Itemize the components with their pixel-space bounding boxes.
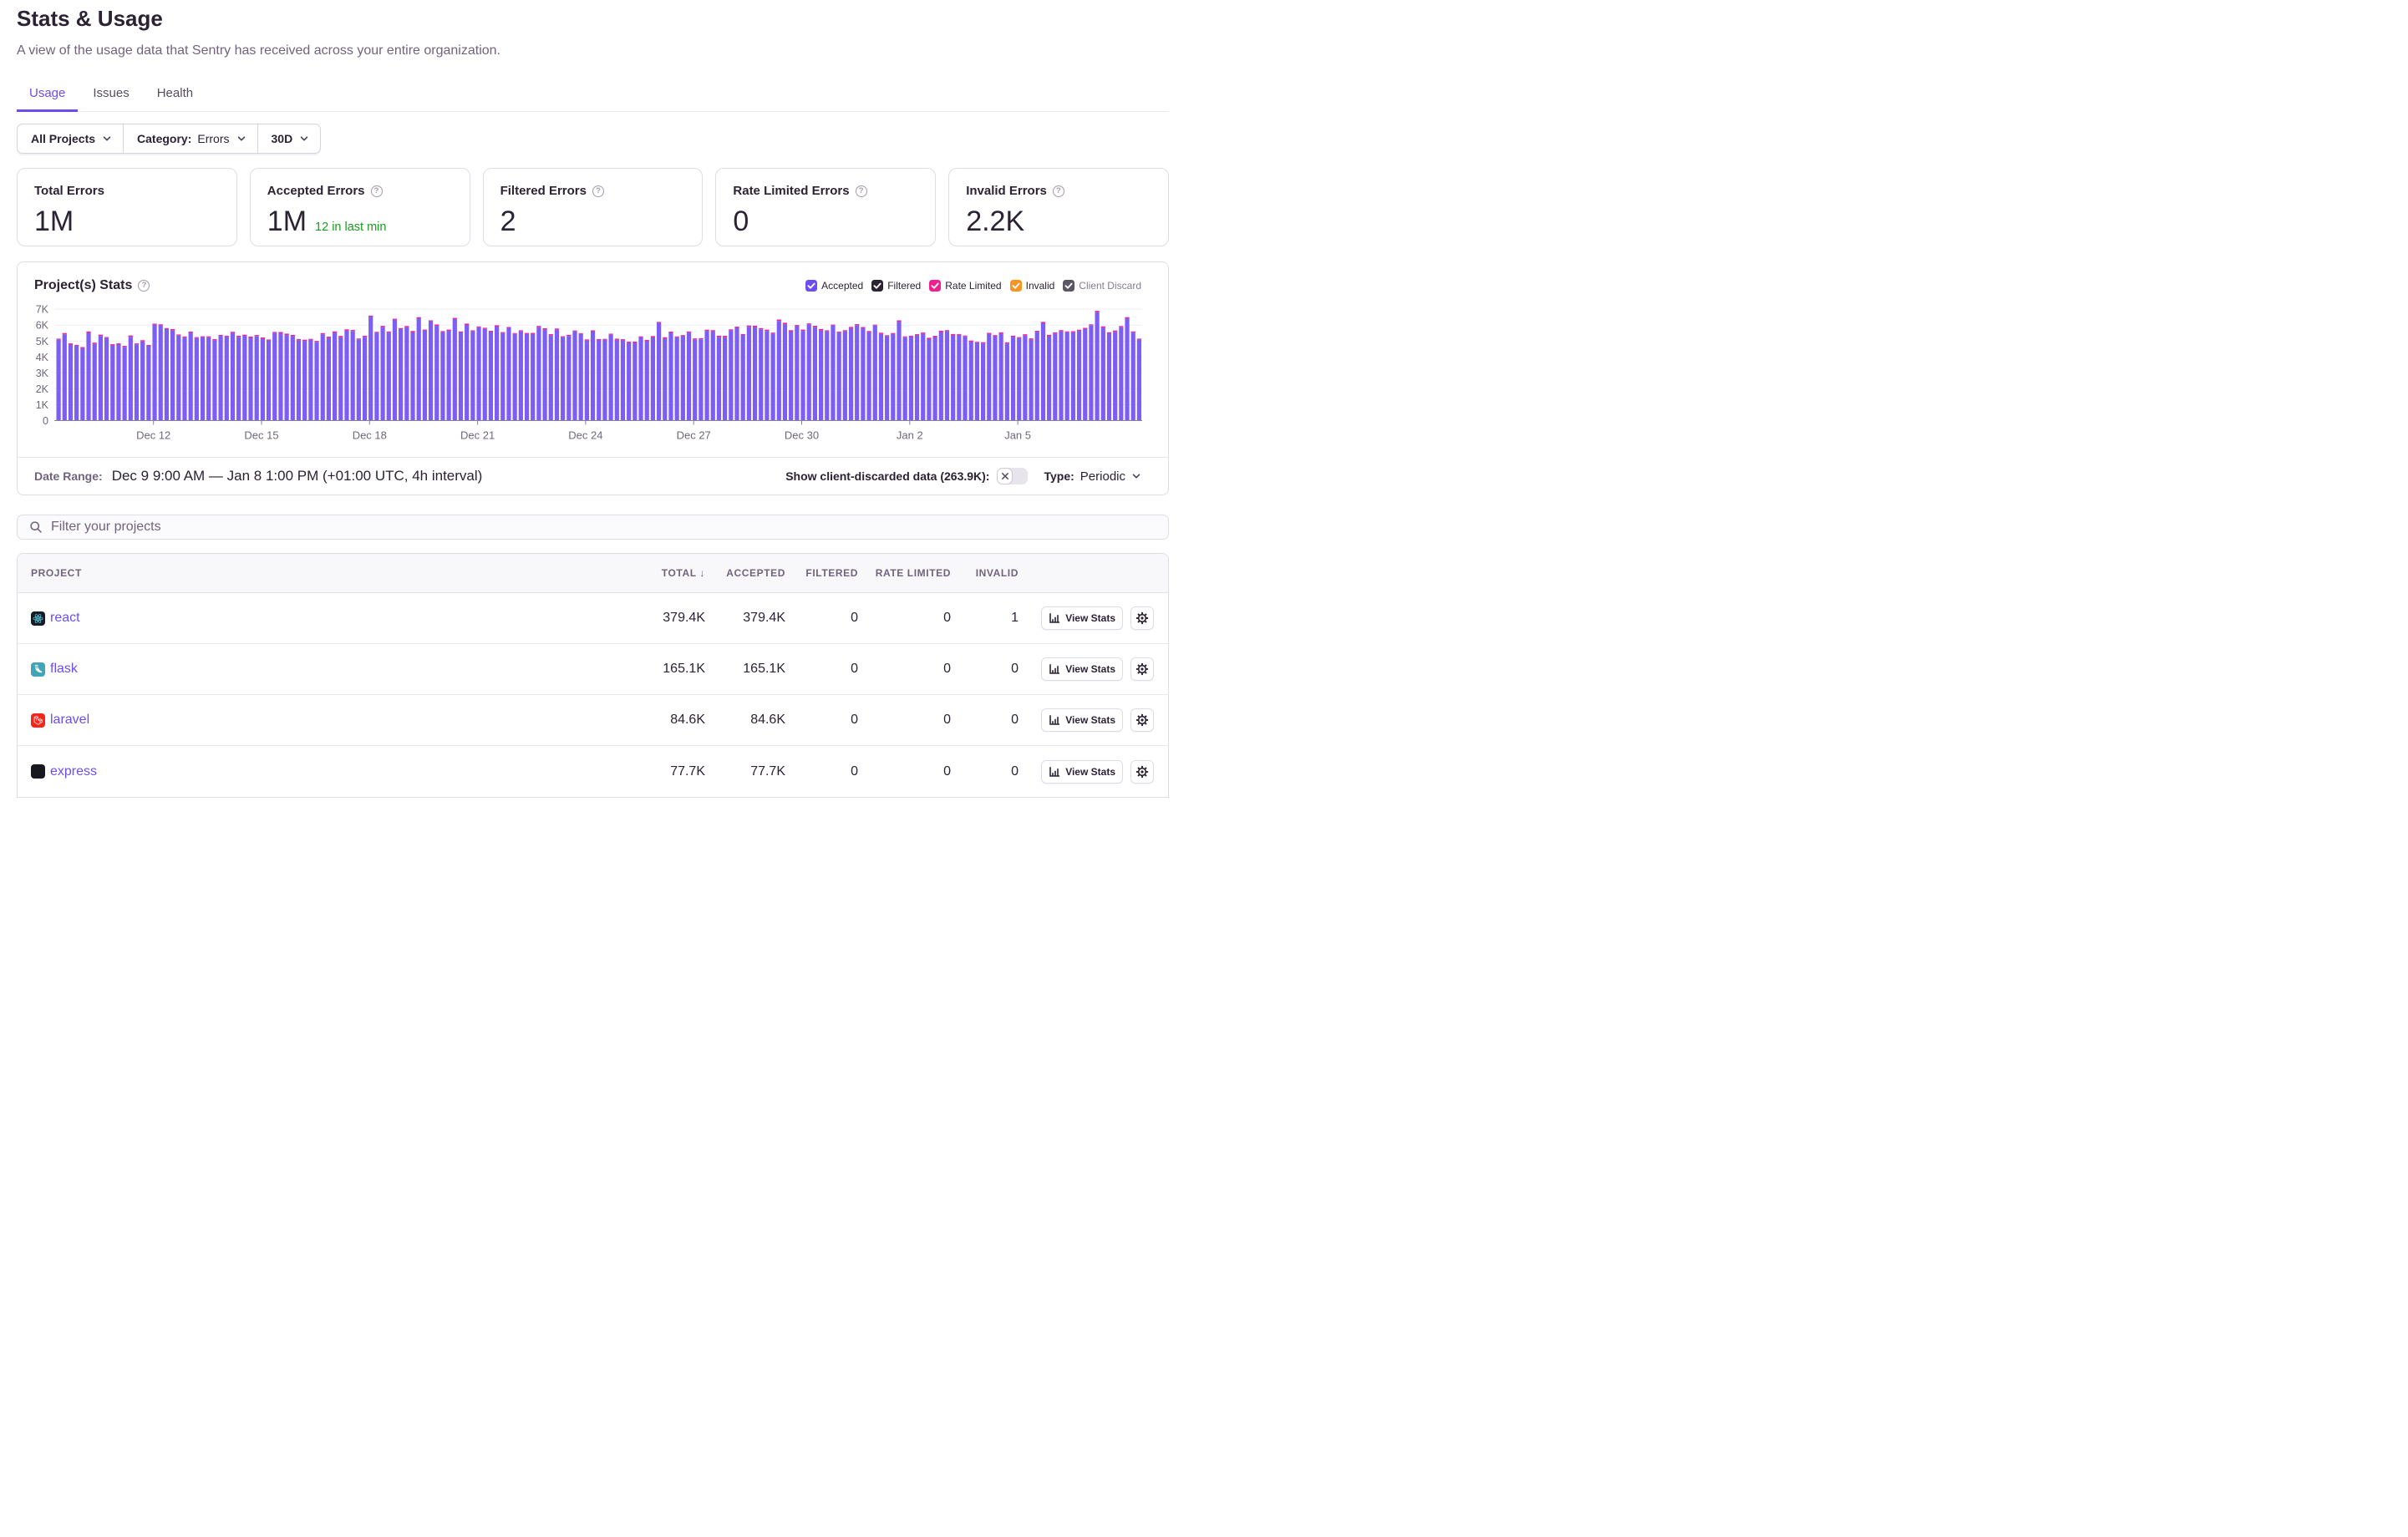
svg-text:Dec 18: Dec 18 [353,429,387,442]
svg-text:Dec 12: Dec 12 [136,429,170,442]
svg-text:4K: 4K [36,352,49,363]
svg-text:Dec 24: Dec 24 [568,429,602,442]
svg-text:Dec 27: Dec 27 [677,429,711,442]
svg-text:Jan 2: Jan 2 [897,429,923,442]
svg-text:2K: 2K [36,383,49,395]
svg-text:1K: 1K [36,399,49,411]
svg-text:5K: 5K [36,336,49,347]
svg-text:7K: 7K [36,304,49,316]
svg-text:6K: 6K [36,320,49,332]
svg-text:3K: 3K [36,368,49,379]
svg-text:Jan 5: Jan 5 [1004,429,1031,442]
svg-text:0: 0 [43,415,48,427]
svg-text:Dec 21: Dec 21 [460,429,495,442]
svg-text:Dec 30: Dec 30 [785,429,819,442]
svg-text:Dec 15: Dec 15 [244,429,278,442]
